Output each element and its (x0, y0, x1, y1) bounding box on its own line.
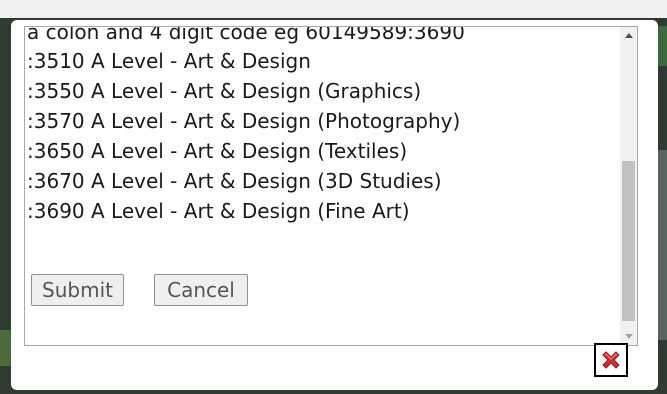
background-page-top (0, 0, 667, 18)
course-code-line: :3570 A Level - Art & Design (Photograph… (27, 109, 461, 133)
red-x-close-icon (602, 351, 620, 369)
course-code-line: :3550 A Level - Art & Design (Graphics) (27, 79, 422, 103)
modal-dialog: a colon and 4 digit code eg 60149589:369… (11, 20, 658, 390)
scroll-thumb[interactable] (622, 161, 635, 321)
instruction-line: a colon and 4 digit code eg 60149589:369… (27, 26, 465, 44)
dialog-message: a colon and 4 digit code eg 60149589:369… (27, 27, 622, 226)
course-code-line: :3690 A Level - Art & Design (Fine Art) (27, 199, 410, 223)
dialog-scroll-area[interactable]: a colon and 4 digit code eg 60149589:369… (24, 26, 638, 346)
close-button[interactable] (594, 343, 628, 377)
course-code-line: :3670 A Level - Art & Design (3D Studies… (27, 169, 442, 193)
cancel-button[interactable]: Cancel (154, 274, 248, 306)
submit-button[interactable]: Submit (31, 274, 124, 306)
course-code-line: :3650 A Level - Art & Design (Textiles) (27, 139, 408, 163)
scroll-up-arrow[interactable] (620, 27, 637, 44)
course-code-line: :3510 A Level - Art & Design (27, 49, 311, 73)
vertical-scrollbar[interactable] (620, 27, 637, 345)
